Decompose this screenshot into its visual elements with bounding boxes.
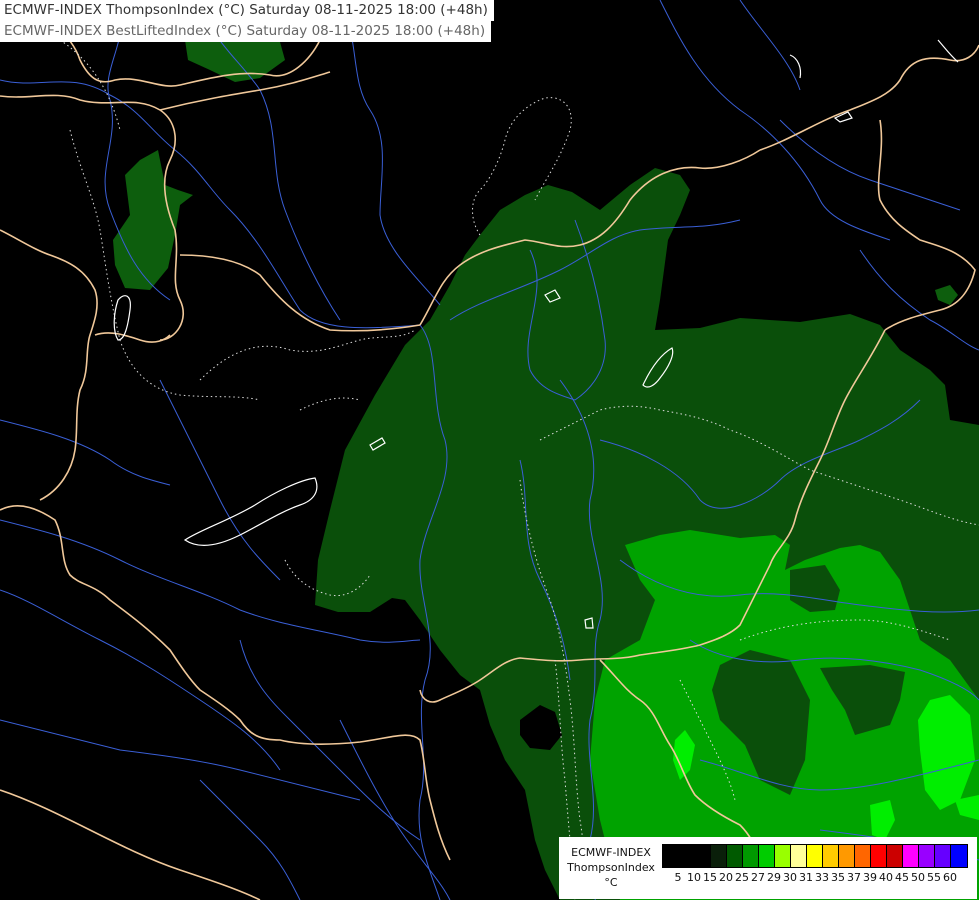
legend-swatch — [887, 845, 903, 867]
legend-swatch — [855, 845, 871, 867]
legend-swatch — [871, 845, 887, 867]
legend-swatch — [935, 845, 951, 867]
legend-swatch — [711, 845, 727, 867]
legend-swatch — [839, 845, 855, 867]
legend-swatch — [903, 845, 919, 867]
legend-swatch — [791, 845, 807, 867]
legend-swatch — [823, 845, 839, 867]
map-title-thompson: ECMWF-INDEX ThompsonIndex (°C) Saturday … — [0, 0, 494, 21]
legend-swatch — [951, 845, 967, 867]
legend-index-name: ThompsonIndex — [567, 861, 655, 874]
color-legend: ECMWF-INDEX ThompsonIndex °C 5 10 15 20 25 27… — [559, 837, 977, 899]
legend-swatch — [727, 845, 743, 867]
legend-swatch — [807, 845, 823, 867]
legend-model: ECMWF-INDEX — [571, 846, 651, 859]
legend-swatch — [919, 845, 935, 867]
legend-swatch — [775, 845, 791, 867]
legend-swatch — [679, 845, 695, 867]
legend-label: ECMWF-INDEX ThompsonIndex °C — [563, 845, 659, 890]
map-title-bestlifted: ECMWF-INDEX BestLiftedIndex (°C) Saturda… — [0, 21, 492, 42]
legend-swatch — [663, 845, 679, 867]
legend-swatches — [662, 844, 968, 868]
legend-swatch — [759, 845, 775, 867]
legend-unit: °C — [604, 876, 618, 889]
legend-tick-label: 60 — [943, 871, 957, 884]
legend-swatch — [695, 845, 711, 867]
weather-map — [0, 0, 979, 900]
legend-swatch — [743, 845, 759, 867]
